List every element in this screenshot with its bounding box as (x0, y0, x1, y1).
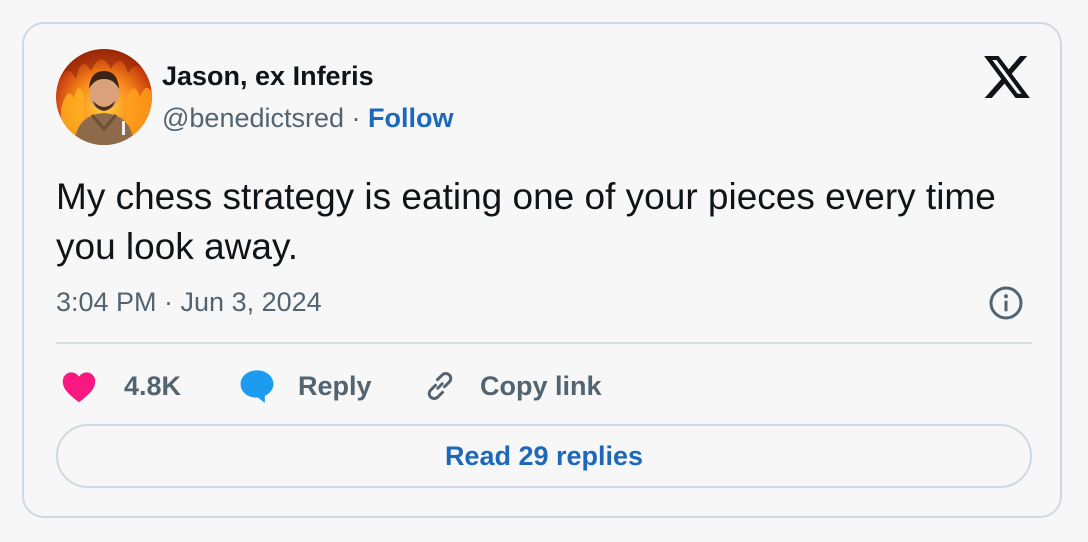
author-handle-row: @benedictsred · Follow (162, 102, 454, 134)
handle-separator: · (351, 103, 361, 133)
read-replies-label: Read 29 replies (444, 440, 644, 471)
divider (56, 342, 1032, 344)
x-logo-icon[interactable] (984, 56, 1030, 98)
tweet-embed-card: Jason, ex Inferis @benedictsred · Follow… (22, 22, 1062, 518)
reply-button[interactable]: Reply (238, 368, 372, 404)
heart-icon (62, 372, 96, 403)
read-replies-button[interactable]: Read 29 replies (56, 424, 1032, 488)
speech-bubble-icon (240, 370, 274, 403)
tweet-timestamp[interactable]: 3:04 PM · Jun 3, 2024 (56, 286, 322, 318)
like-button[interactable]: 4.8K (60, 368, 181, 404)
author-handle[interactable]: @benedictsred (162, 103, 344, 133)
tweet-text: My chess strategy is eating one of your … (56, 176, 996, 267)
like-count: 4.8K (124, 371, 182, 401)
author-display-name[interactable]: Jason, ex Inferis (162, 60, 374, 92)
info-icon[interactable] (988, 285, 1024, 321)
copy-link-button[interactable]: Copy link (422, 368, 602, 404)
avatar-image (56, 49, 152, 145)
reply-label: Reply (298, 371, 372, 401)
follow-link[interactable]: Follow (368, 103, 453, 133)
avatar[interactable] (56, 49, 152, 145)
copy-link-label: Copy link (480, 371, 602, 401)
link-icon (427, 371, 453, 401)
